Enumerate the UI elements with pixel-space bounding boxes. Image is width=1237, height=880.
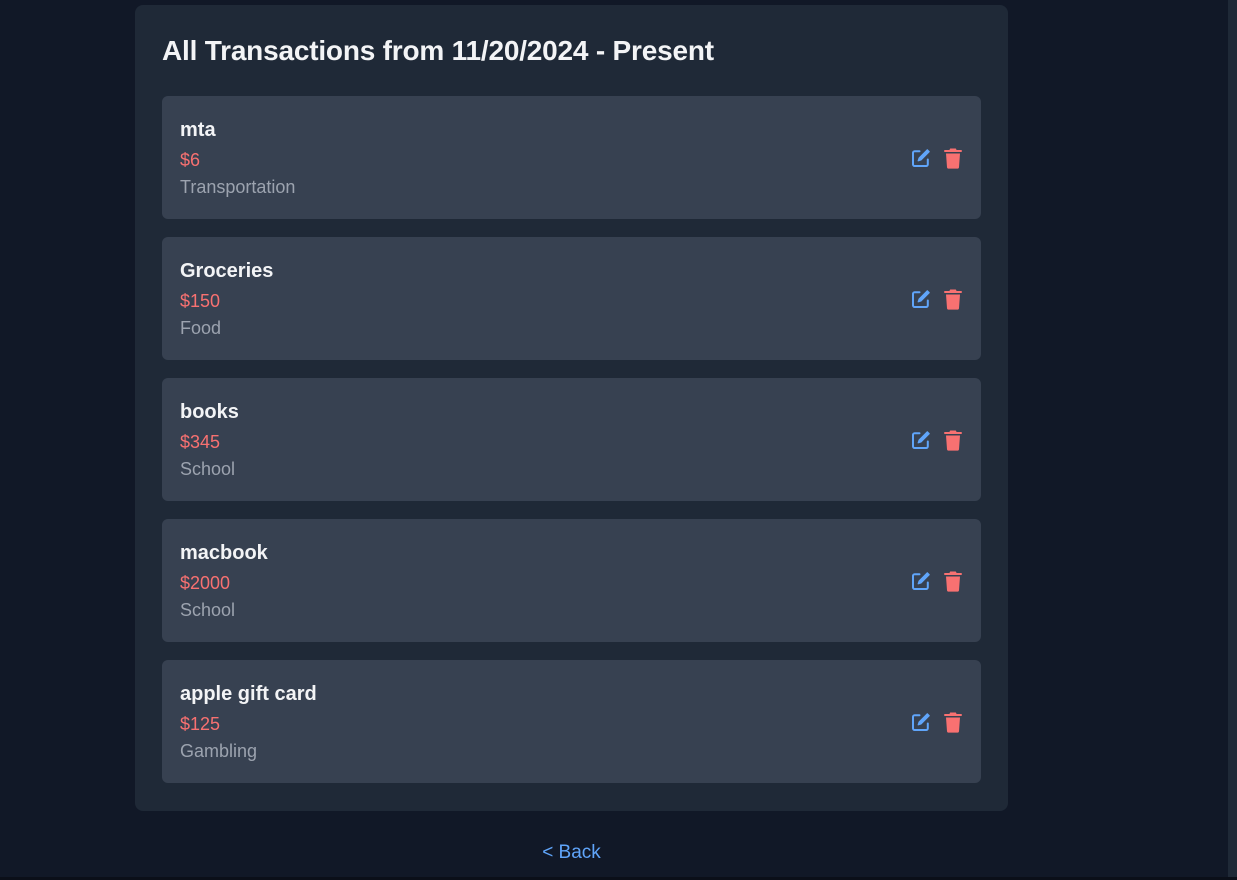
transaction-amount: $125: [180, 714, 221, 734]
edit-icon[interactable]: [911, 147, 931, 169]
transaction-name: apple gift card: [180, 683, 317, 705]
transaction-item: mta $6 Transportation: [162, 96, 981, 219]
transaction-name: books: [180, 401, 239, 423]
transaction-name: mta: [180, 119, 216, 141]
transaction-actions: [911, 147, 963, 169]
transaction-category: Gambling: [180, 741, 258, 761]
transaction-amount: $345: [180, 432, 221, 452]
edit-icon[interactable]: [911, 570, 931, 592]
transaction-item: apple gift card $125 Gambling: [162, 660, 981, 783]
transaction-category: School: [180, 459, 236, 479]
transaction-amount: $2000: [180, 573, 231, 593]
transaction-actions: [911, 288, 963, 310]
transaction-actions: [911, 429, 963, 451]
transaction-item: macbook $2000 School: [162, 519, 981, 642]
transaction-amount: $150: [180, 291, 221, 311]
trash-icon[interactable]: [943, 147, 963, 169]
edit-icon[interactable]: [911, 711, 931, 733]
transaction-name: macbook: [180, 542, 268, 564]
trash-icon[interactable]: [943, 429, 963, 451]
page-title: All Transactions from 11/20/2024 - Prese…: [162, 35, 714, 66]
trash-icon[interactable]: [943, 711, 963, 733]
back-link[interactable]: < Back: [0, 841, 1143, 865]
transaction-item: Groceries $150 Food: [162, 237, 981, 360]
transaction-actions: [911, 570, 963, 592]
transaction-category: School: [180, 600, 236, 620]
transaction-category: Food: [180, 318, 222, 338]
transaction-actions: [911, 711, 963, 733]
trash-icon[interactable]: [943, 570, 963, 592]
transaction-category: Transportation: [180, 177, 296, 197]
trash-icon[interactable]: [943, 288, 963, 310]
edit-icon[interactable]: [911, 429, 931, 451]
edit-icon[interactable]: [911, 288, 931, 310]
transaction-list: mta $6 Transportation Groceries $150 Foo…: [162, 96, 981, 801]
window-right-edge: [1228, 0, 1237, 880]
transaction-name: Groceries: [180, 260, 274, 282]
transaction-amount: $6: [180, 150, 201, 170]
transaction-item: books $345 School: [162, 378, 981, 501]
transactions-panel: All Transactions from 11/20/2024 - Prese…: [135, 5, 1008, 811]
